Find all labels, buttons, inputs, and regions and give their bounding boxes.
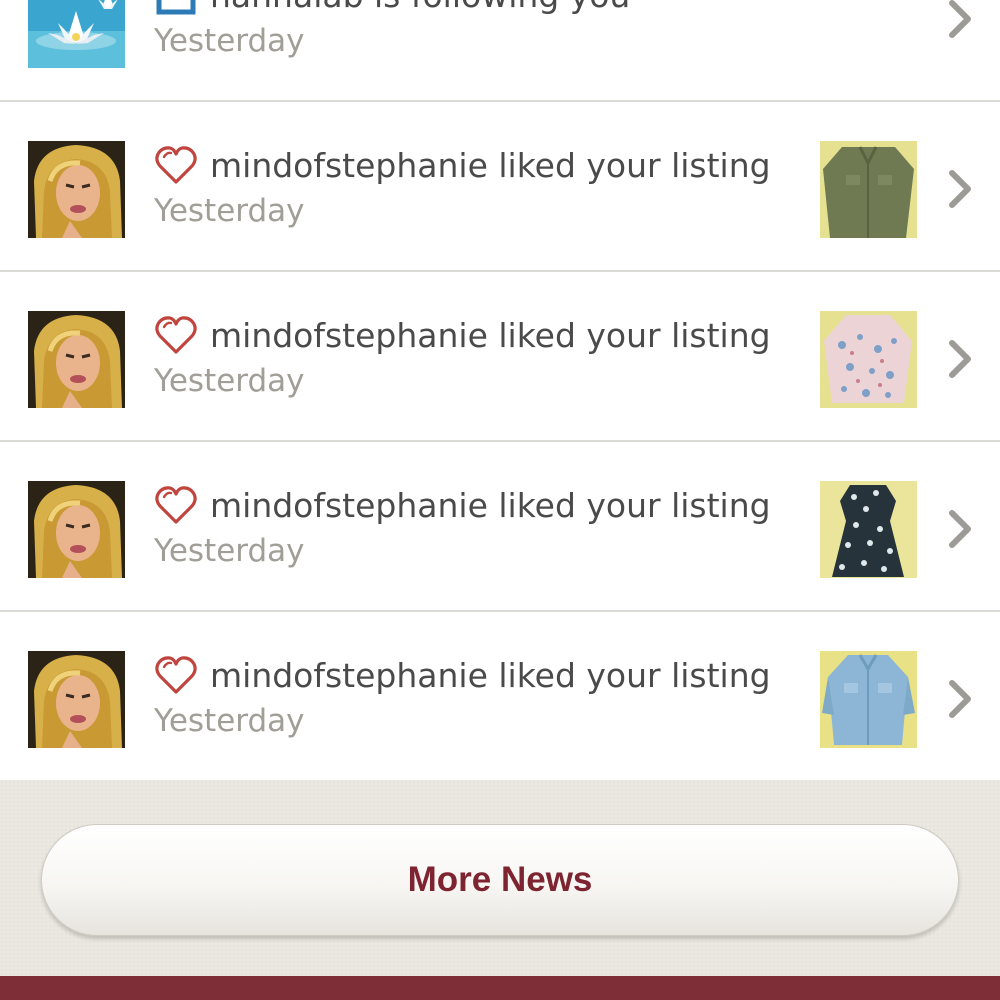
news-line: hannalab is following you	[154, 0, 630, 18]
news-time: Yesterday	[154, 23, 305, 59]
news-item[interactable]: mindofstephanie liked your listing Yeste…	[0, 442, 1000, 612]
news-text: mindofstephanie liked your listing Yeste…	[154, 482, 771, 570]
news-message: mindofstephanie liked your listing	[210, 655, 771, 695]
lotus-avatar[interactable]	[28, 0, 125, 68]
heart-icon	[154, 145, 198, 185]
news-text: mindofstephanie liked your listing Yeste…	[154, 652, 771, 740]
news-time: Yesterday	[154, 193, 305, 229]
news-message: mindofstephanie liked your listing	[210, 145, 771, 185]
news-line: mindofstephanie liked your listing	[154, 652, 771, 698]
news-screen: hannalab is following you Yesterday	[0, 0, 1000, 1000]
follow-icon	[154, 0, 198, 15]
news-item[interactable]: mindofstephanie liked your listing Yeste…	[0, 102, 1000, 272]
listing-thumbnail-denim-shirt[interactable]	[820, 651, 917, 748]
news-text: mindofstephanie liked your listing Yeste…	[154, 142, 771, 230]
chevron-right-icon	[949, 170, 971, 208]
news-time: Yesterday	[154, 363, 305, 399]
user-avatar[interactable]	[28, 311, 125, 408]
news-time: Yesterday	[154, 533, 305, 569]
news-line: mindofstephanie liked your listing	[154, 482, 771, 528]
heart-icon	[154, 315, 198, 355]
chevron-right-icon	[949, 680, 971, 718]
chevron-right-icon	[949, 0, 971, 38]
news-message: mindofstephanie liked your listing	[210, 485, 771, 525]
more-news-area: More News	[0, 780, 1000, 976]
listing-thumbnail-floral-blouse[interactable]	[820, 311, 917, 408]
news-time: Yesterday	[154, 703, 305, 739]
news-text: hannalab is following you Yesterday	[154, 0, 630, 59]
heart-icon	[154, 485, 198, 525]
user-avatar[interactable]	[28, 651, 125, 748]
news-item[interactable]: mindofstephanie liked your listing Yeste…	[0, 612, 1000, 782]
news-feed: hannalab is following you Yesterday	[0, 0, 1000, 782]
chevron-right-icon	[949, 340, 971, 378]
heart-icon	[154, 655, 198, 695]
chevron-right-icon	[949, 510, 971, 548]
news-line: mindofstephanie liked your listing	[154, 312, 771, 358]
news-message: hannalab is following you	[210, 0, 630, 15]
bottom-nav-bar	[0, 976, 1000, 1000]
news-item[interactable]: hannalab is following you Yesterday	[0, 0, 1000, 102]
user-avatar[interactable]	[28, 141, 125, 238]
news-line: mindofstephanie liked your listing	[154, 142, 771, 188]
listing-thumbnail-floral-dress[interactable]	[820, 481, 917, 578]
more-news-button[interactable]: More News	[41, 824, 959, 936]
user-avatar[interactable]	[28, 481, 125, 578]
news-text: mindofstephanie liked your listing Yeste…	[154, 312, 771, 400]
news-item[interactable]: mindofstephanie liked your listing Yeste…	[0, 272, 1000, 442]
news-message: mindofstephanie liked your listing	[210, 315, 771, 355]
more-news-label: More News	[407, 860, 593, 899]
listing-thumbnail-olive-shirt[interactable]	[820, 141, 917, 238]
